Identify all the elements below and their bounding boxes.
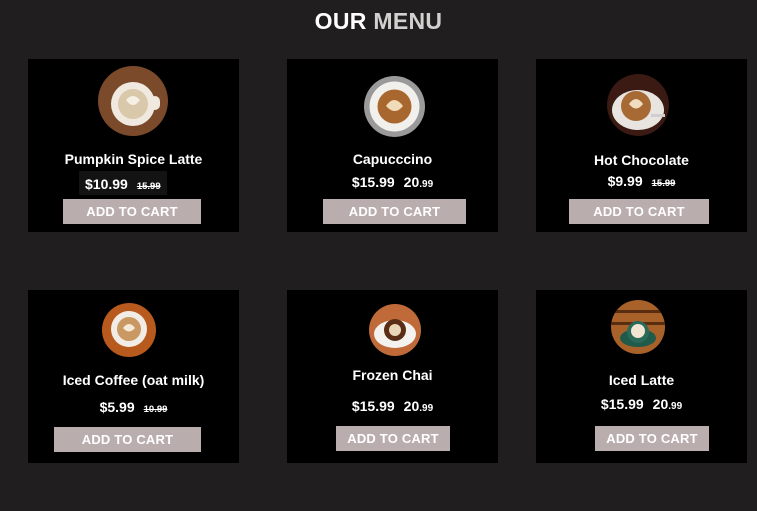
add-to-cart-button[interactable]: ADD TO CART [323, 199, 466, 224]
title-our: OUR [314, 8, 367, 34]
price-row: $5.99 10.99 [28, 399, 239, 415]
iced-latte-image [611, 300, 665, 354]
item-old-price: 15.99 [651, 178, 676, 189]
price-row: $15.99 20.99 [536, 396, 747, 412]
price-row: $10.99 15.99 [79, 171, 167, 195]
add-to-cart-button[interactable]: ADD TO CART [63, 199, 201, 224]
add-to-cart-button[interactable]: ADD TO CART [569, 199, 709, 224]
menu-card: Hot Chocolate $9.99 15.99 ADD TO CART [536, 59, 747, 232]
menu-card: Capucccino $15.99 20.99 ADD TO CART [287, 59, 498, 232]
item-name: Iced Latte [608, 372, 675, 388]
price-row: $15.99 20.99 [287, 174, 498, 190]
item-price: $15.99 [351, 398, 395, 414]
item-alt-price: 20.99 [652, 396, 683, 412]
price-row: $15.99 20.99 [287, 398, 498, 414]
hot-chocolate-image [607, 74, 669, 136]
menu-card: Frozen Chai $15.99 20.99 ADD TO CART [287, 290, 498, 463]
title-menu: MENU [373, 8, 443, 34]
menu-card: Iced Latte $15.99 20.99 ADD TO CART [536, 290, 747, 463]
item-old-price: 15.99 [136, 181, 161, 192]
menu-card: Pumpkin Spice Latte $10.99 15.99 ADD TO … [28, 59, 239, 232]
item-alt-price: 20.99 [403, 398, 434, 414]
cappuccino-image [364, 76, 425, 137]
menu-card: Iced Coffee (oat milk) $5.99 10.99 ADD T… [28, 290, 239, 463]
add-to-cart-button[interactable]: ADD TO CART [336, 426, 450, 451]
item-name: Iced Coffee (oat milk) [62, 372, 205, 388]
page-title: OUR MENU [0, 8, 757, 35]
item-price: $15.99 [351, 174, 395, 190]
price-row: $9.99 15.99 [536, 173, 747, 189]
item-name: Hot Chocolate [594, 152, 689, 168]
iced-coffee-image [102, 303, 156, 357]
item-name: Frozen Chai [352, 367, 433, 383]
pumpkin-spice-latte-image [98, 66, 168, 136]
add-to-cart-button[interactable]: ADD TO CART [54, 427, 201, 452]
item-price: $5.99 [99, 399, 135, 415]
item-price: $15.99 [600, 396, 644, 412]
frozen-chai-image [369, 304, 421, 356]
item-price: $9.99 [607, 173, 643, 189]
item-alt-price: 20.99 [403, 174, 434, 190]
item-name: Pumpkin Spice Latte [64, 151, 203, 167]
item-price: $10.99 [85, 176, 128, 192]
item-name: Capucccino [352, 151, 433, 167]
item-old-price: 10.99 [143, 404, 168, 415]
add-to-cart-button[interactable]: ADD TO CART [595, 426, 709, 451]
